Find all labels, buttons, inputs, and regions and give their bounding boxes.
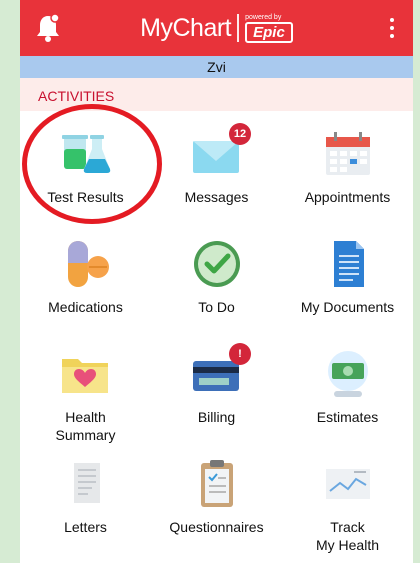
section-header: ACTIVITIES [20,78,413,111]
top-bar: MyChart powered by Epic [20,0,413,56]
tile-label: Billing [197,409,236,425]
billing-alert-badge: ! [229,343,251,365]
logo-text: MyChart [140,13,232,42]
tile-label: Letters [64,519,107,535]
tile-label: Messages [184,189,249,205]
tile-questionnaires[interactable]: Questionnaires [151,441,282,551]
mychart-screen: MyChart powered by Epic Zvi ACTIVITIES T… [20,0,413,563]
calendar-icon [326,132,370,175]
tile-track-my-health[interactable]: Track My Health [282,441,413,553]
tile-label: Test Results [47,189,124,205]
mychart-logo: MyChart powered by Epic [20,10,413,46]
tile-label: Estimates [316,409,379,425]
letter-icon [74,463,100,503]
more-menu-icon[interactable] [389,18,395,40]
messages-badge: 12 [229,123,251,145]
tile-estimates[interactable]: Estimates [282,331,413,441]
tile-appointments[interactable]: Appointments [282,111,413,221]
epic-text: Epic [245,21,293,43]
tile-label: Questionnaires [169,519,264,535]
test-tubes-icon [62,135,111,173]
tile-billing[interactable]: ! Billing [151,331,282,441]
logo-divider [237,14,240,42]
tile-test-results[interactable]: Test Results [20,111,151,221]
pills-icon [68,241,109,287]
clipboard-icon [201,460,233,507]
document-icon [334,241,364,287]
tile-messages[interactable]: 12 Messages [151,111,282,221]
epic-logo: powered by Epic [245,14,293,43]
tile-label: Appointments [304,189,391,205]
tile-health-summary[interactable]: Health Summary [20,331,151,443]
tile-my-documents[interactable]: My Documents [282,221,413,331]
tile-label: My Documents [300,299,395,315]
user-name-bar[interactable]: Zvi [20,56,413,78]
tile-medications[interactable]: Medications [20,221,151,331]
tile-label: Medications [48,299,123,315]
tile-to-do[interactable]: To Do [151,221,282,331]
tile-label: Track My Health [315,519,380,553]
tile-label: To Do [198,299,235,315]
clock-check-icon [194,241,240,287]
tile-letters[interactable]: Letters [20,441,151,551]
tile-label: Health Summary [55,409,116,443]
chart-tracker-icon [326,469,370,499]
powered-by-text: powered by [245,13,282,21]
folder-heart-icon [62,359,108,393]
money-globe-icon [328,351,368,397]
